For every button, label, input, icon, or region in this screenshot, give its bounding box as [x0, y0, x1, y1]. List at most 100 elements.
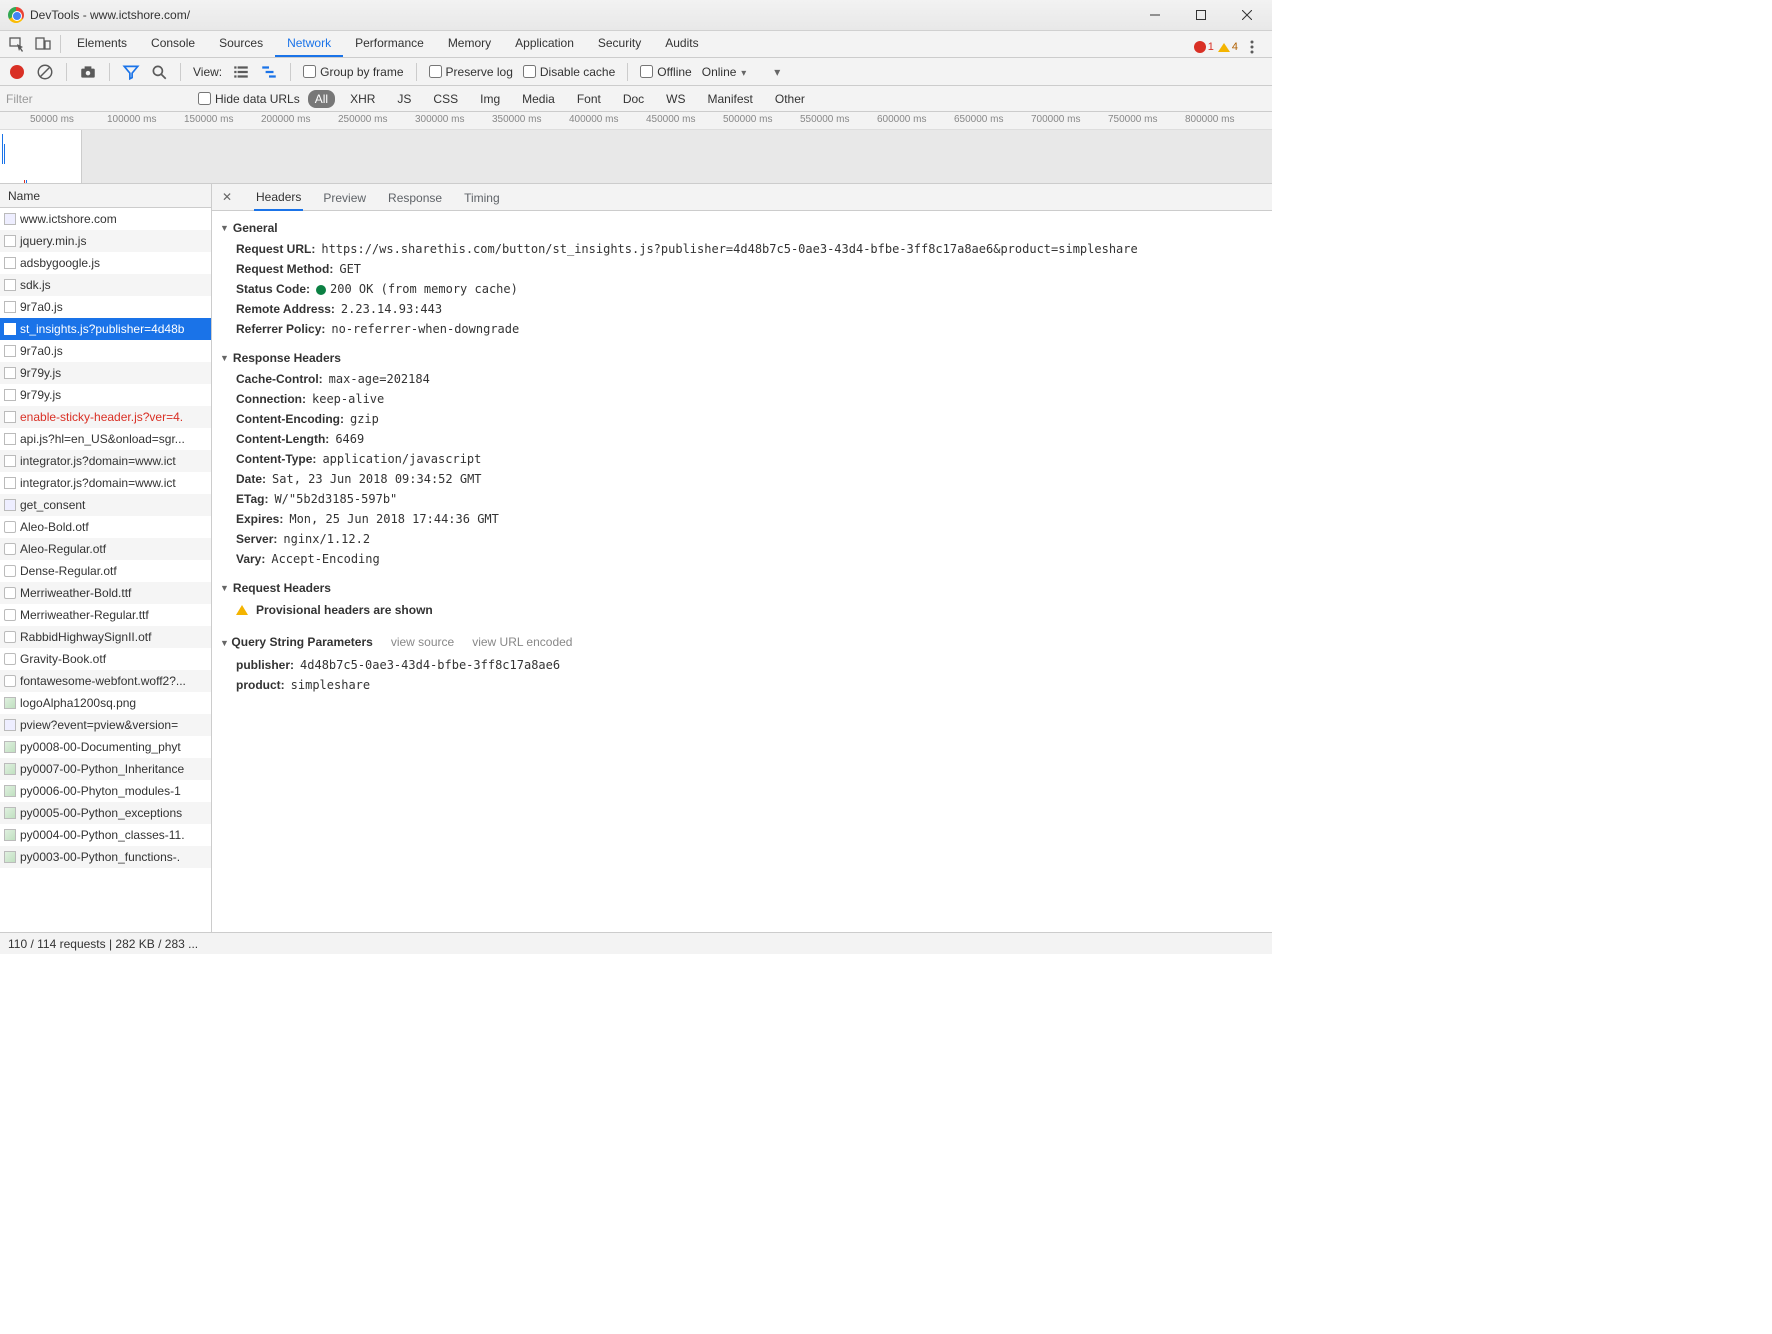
- filter-icon[interactable]: [122, 63, 140, 81]
- inspect-element-icon[interactable]: [4, 31, 30, 57]
- request-row[interactable]: logoAlpha1200sq.png: [0, 692, 211, 714]
- capture-screenshot-icon[interactable]: [79, 63, 97, 81]
- throttle-select[interactable]: Online ▾: [702, 65, 747, 79]
- filter-type-all[interactable]: All: [308, 90, 335, 108]
- tab-sources[interactable]: Sources: [207, 30, 275, 57]
- request-row[interactable]: Gravity-Book.otf: [0, 648, 211, 670]
- group-by-frame-checkbox[interactable]: Group by frame: [303, 65, 403, 79]
- request-row[interactable]: 9r79y.js: [0, 362, 211, 384]
- detail-tab-headers[interactable]: Headers: [254, 184, 303, 211]
- view-waterfall-icon[interactable]: [260, 63, 278, 81]
- section-query-params[interactable]: ▼ Query String Parametersview sourceview…: [212, 629, 1272, 655]
- offline-checkbox[interactable]: Offline: [640, 65, 691, 79]
- detail-tab-timing[interactable]: Timing: [462, 185, 502, 210]
- status-dot-icon: [316, 285, 326, 295]
- request-row[interactable]: 9r79y.js: [0, 384, 211, 406]
- request-row[interactable]: enable-sticky-header.js?ver=4.: [0, 406, 211, 428]
- timeline-tick: 450000 ms: [646, 114, 695, 125]
- search-icon[interactable]: [150, 63, 168, 81]
- file-icon: [4, 521, 16, 533]
- request-detail-panel: ✕ HeadersPreviewResponseTiming ▼General …: [212, 184, 1272, 932]
- minimize-button[interactable]: [1132, 0, 1178, 30]
- request-row[interactable]: py0004-00-Python_classes-11.: [0, 824, 211, 846]
- filter-type-font[interactable]: Font: [570, 90, 608, 108]
- request-row[interactable]: py0003-00-Python_functions-.: [0, 846, 211, 868]
- section-response-headers[interactable]: ▼Response Headers: [212, 347, 1272, 369]
- request-row[interactable]: get_consent: [0, 494, 211, 516]
- request-row[interactable]: py0005-00-Python_exceptions: [0, 802, 211, 824]
- request-row[interactable]: www.ictshore.com: [0, 208, 211, 230]
- filter-input[interactable]: [0, 88, 190, 110]
- filter-type-doc[interactable]: Doc: [616, 90, 651, 108]
- request-row[interactable]: py0008-00-Documenting_phyt: [0, 736, 211, 758]
- request-row[interactable]: jquery.min.js: [0, 230, 211, 252]
- filter-type-manifest[interactable]: Manifest: [701, 90, 760, 108]
- request-row[interactable]: sdk.js: [0, 274, 211, 296]
- view-list-icon[interactable]: [232, 63, 250, 81]
- maximize-button[interactable]: [1178, 0, 1224, 30]
- request-row[interactable]: 9r7a0.js: [0, 340, 211, 362]
- request-list-header[interactable]: Name: [0, 184, 211, 208]
- detail-tab-preview[interactable]: Preview: [321, 185, 368, 210]
- file-icon: [4, 675, 16, 687]
- request-row[interactable]: Merriweather-Regular.ttf: [0, 604, 211, 626]
- tab-elements[interactable]: Elements: [65, 30, 139, 57]
- request-row[interactable]: py0006-00-Phyton_modules-1: [0, 780, 211, 802]
- tab-performance[interactable]: Performance: [343, 30, 436, 57]
- filter-type-img[interactable]: Img: [473, 90, 507, 108]
- file-icon: [4, 653, 16, 665]
- preserve-log-checkbox[interactable]: Preserve log: [429, 65, 513, 79]
- tab-network[interactable]: Network: [275, 30, 343, 57]
- request-row[interactable]: Dense-Regular.otf: [0, 560, 211, 582]
- file-icon: [4, 323, 16, 335]
- network-timeline[interactable]: 50000 ms100000 ms150000 ms200000 ms25000…: [0, 112, 1272, 184]
- request-row[interactable]: st_insights.js?publisher=4d48b: [0, 318, 211, 340]
- close-detail-icon[interactable]: ✕: [220, 190, 234, 204]
- tab-memory[interactable]: Memory: [436, 30, 503, 57]
- request-row[interactable]: integrator.js?domain=www.ict: [0, 472, 211, 494]
- tab-console[interactable]: Console: [139, 30, 207, 57]
- filter-type-css[interactable]: CSS: [426, 90, 465, 108]
- request-name: Dense-Regular.otf: [20, 564, 117, 578]
- filter-type-js[interactable]: JS: [390, 90, 418, 108]
- section-general[interactable]: ▼General: [212, 217, 1272, 239]
- file-icon: [4, 719, 16, 731]
- section-request-headers[interactable]: ▼Request Headers: [212, 577, 1272, 599]
- request-name: logoAlpha1200sq.png: [20, 696, 136, 710]
- record-button[interactable]: [8, 63, 26, 81]
- tab-security[interactable]: Security: [586, 30, 653, 57]
- file-icon: [4, 389, 16, 401]
- timeline-tick: 700000 ms: [1031, 114, 1080, 125]
- request-row[interactable]: Aleo-Bold.otf: [0, 516, 211, 538]
- request-row[interactable]: fontawesome-webfont.woff2?...: [0, 670, 211, 692]
- request-row[interactable]: integrator.js?domain=www.ict: [0, 450, 211, 472]
- device-mode-icon[interactable]: [30, 31, 56, 57]
- request-row[interactable]: adsbygoogle.js: [0, 252, 211, 274]
- view-url-encoded-link[interactable]: view URL encoded: [472, 635, 572, 649]
- close-button[interactable]: [1224, 0, 1270, 30]
- throttle-dropdown-arrow[interactable]: ▾: [774, 65, 780, 79]
- request-row[interactable]: RabbidHighwaySignII.otf: [0, 626, 211, 648]
- request-row[interactable]: 9r7a0.js: [0, 296, 211, 318]
- request-row[interactable]: pview?event=pview&version=: [0, 714, 211, 736]
- request-row[interactable]: api.js?hl=en_US&onload=sgr...: [0, 428, 211, 450]
- error-badge[interactable]: 1: [1194, 41, 1214, 53]
- request-row[interactable]: py0007-00-Python_Inheritance: [0, 758, 211, 780]
- request-name: adsbygoogle.js: [20, 256, 100, 270]
- detail-tab-response[interactable]: Response: [386, 185, 444, 210]
- filter-type-other[interactable]: Other: [768, 90, 812, 108]
- kebab-menu-icon[interactable]: [1242, 37, 1262, 57]
- tab-application[interactable]: Application: [503, 30, 586, 57]
- request-row[interactable]: Aleo-Regular.otf: [0, 538, 211, 560]
- filter-type-xhr[interactable]: XHR: [343, 90, 382, 108]
- disable-cache-checkbox[interactable]: Disable cache: [523, 65, 615, 79]
- timeline-tick: 800000 ms: [1185, 114, 1234, 125]
- filter-type-ws[interactable]: WS: [659, 90, 692, 108]
- hide-data-urls-checkbox[interactable]: Hide data URLs: [198, 92, 300, 106]
- tab-audits[interactable]: Audits: [653, 30, 710, 57]
- view-source-link[interactable]: view source: [391, 635, 454, 649]
- warning-badge[interactable]: 4: [1218, 41, 1238, 53]
- request-row[interactable]: Merriweather-Bold.ttf: [0, 582, 211, 604]
- clear-button[interactable]: [36, 63, 54, 81]
- filter-type-media[interactable]: Media: [515, 90, 562, 108]
